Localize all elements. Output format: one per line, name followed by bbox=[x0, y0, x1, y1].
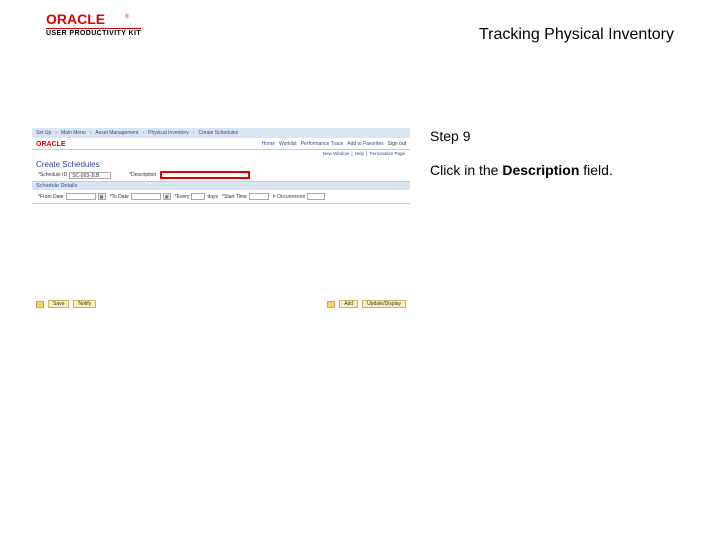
app-screenshot: Set Up› Main Menu› Asset Management› Phy… bbox=[32, 128, 410, 308]
from-date-label: *From Date bbox=[38, 194, 64, 200]
app-topbar: ORACLE Home Worklist Performance Trace A… bbox=[32, 138, 410, 150]
oracle-logo-small: ORACLE bbox=[36, 140, 70, 147]
schedule-details-header: Schedule Details bbox=[32, 182, 410, 190]
app-footer-buttons: Save Notify Add Update/Display bbox=[32, 300, 410, 308]
section-title: Create Schedules bbox=[32, 158, 410, 169]
from-date-field[interactable] bbox=[66, 193, 96, 200]
step-label: Step 9 bbox=[430, 128, 680, 144]
add-button[interactable]: Add bbox=[339, 300, 358, 308]
page-utility-links: New Window | Help | Personalize Page bbox=[32, 150, 410, 158]
instruction-prefix: Click in the bbox=[430, 162, 502, 178]
notify-button[interactable]: Notify bbox=[73, 300, 96, 308]
description-field-highlight[interactable] bbox=[160, 171, 250, 179]
days-label: days bbox=[207, 194, 218, 200]
oracle-logo: ORACLE ® bbox=[46, 12, 132, 26]
schedule-id-label: *Schedule ID bbox=[38, 172, 67, 178]
every-label: *Every bbox=[175, 194, 190, 200]
breadcrumb-item[interactable]: Create Schedules bbox=[198, 130, 238, 136]
document-header: ORACLE ® USER PRODUCTIVITY KIT Tracking … bbox=[0, 0, 720, 56]
signout-button[interactable]: Sign out bbox=[388, 141, 406, 147]
breadcrumb-item[interactable]: Physical Inventory bbox=[148, 130, 189, 136]
util-link[interactable]: Help bbox=[355, 151, 364, 156]
description-label: *Description bbox=[129, 172, 156, 178]
save-icon[interactable] bbox=[36, 301, 44, 308]
svg-text:ORACLE: ORACLE bbox=[46, 12, 105, 26]
topbar-link[interactable]: Add to Favorites bbox=[347, 141, 383, 147]
calendar-icon[interactable]: ▦ bbox=[163, 193, 171, 200]
breadcrumb-bar: Set Up› Main Menu› Asset Management› Phy… bbox=[32, 128, 410, 138]
topbar-link[interactable]: Performance Trace bbox=[301, 141, 344, 147]
instruction-bold: Description bbox=[502, 162, 579, 178]
to-date-label: *To Date bbox=[110, 194, 129, 200]
occurrences-label: # Occurrences bbox=[273, 194, 306, 200]
instruction-suffix: field. bbox=[579, 162, 612, 178]
topbar-link[interactable]: Home bbox=[262, 141, 275, 147]
save-button[interactable]: Save bbox=[48, 300, 69, 308]
calendar-icon[interactable]: ▦ bbox=[98, 193, 106, 200]
util-link[interactable]: New Window bbox=[323, 151, 349, 156]
breadcrumb-item[interactable]: Asset Management bbox=[95, 130, 138, 136]
add-icon[interactable] bbox=[327, 301, 335, 308]
start-time-label: *Start Time bbox=[222, 194, 247, 200]
to-date-field[interactable] bbox=[131, 193, 161, 200]
update-button[interactable]: Update/Display bbox=[362, 300, 406, 308]
occurrences-field[interactable] bbox=[307, 193, 325, 200]
instruction-panel: Step 9 Click in the Description field. bbox=[430, 128, 680, 178]
form-row-details: *From Date ▦ *To Date ▦ *Every days *Sta… bbox=[32, 190, 410, 204]
schedule-id-field[interactable]: SC-003-JLB bbox=[69, 172, 111, 179]
instruction-text: Click in the Description field. bbox=[430, 162, 680, 178]
brand-block: ORACLE ® USER PRODUCTIVITY KIT bbox=[46, 12, 141, 37]
svg-text:ORACLE: ORACLE bbox=[36, 141, 66, 147]
breadcrumb-item[interactable]: Main Menu bbox=[61, 130, 86, 136]
breadcrumb-item[interactable]: Set Up bbox=[36, 130, 51, 136]
page-title: Tracking Physical Inventory bbox=[479, 26, 674, 44]
topbar-link[interactable]: Worklist bbox=[279, 141, 297, 147]
start-time-field[interactable] bbox=[249, 193, 269, 200]
svg-text:®: ® bbox=[125, 13, 129, 20]
form-row-schedule: *Schedule ID SC-003-JLB *Description bbox=[32, 169, 410, 182]
product-line: USER PRODUCTIVITY KIT bbox=[46, 28, 141, 37]
every-field[interactable] bbox=[191, 193, 205, 200]
util-link[interactable]: Personalize Page bbox=[370, 151, 405, 156]
